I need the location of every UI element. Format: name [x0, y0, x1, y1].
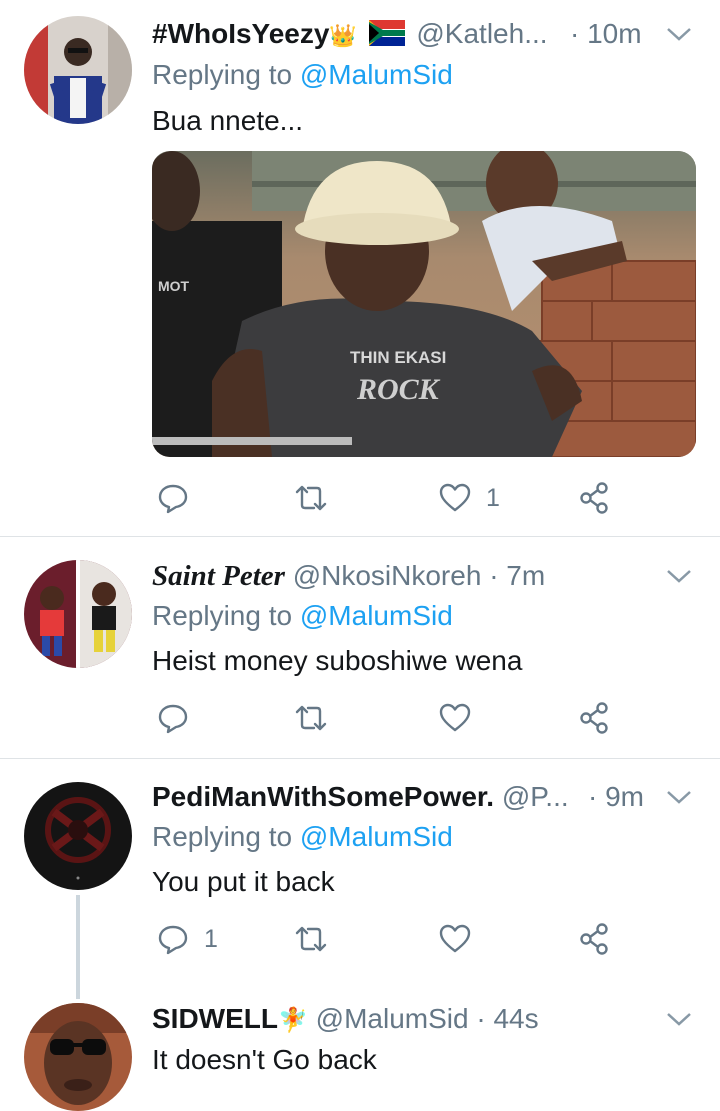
mention-link[interactable]: @MalumSid	[300, 821, 453, 852]
crown-emoji: 👑	[329, 23, 357, 48]
avatar-image-yeezy	[24, 16, 132, 124]
share-button[interactable]	[578, 698, 612, 738]
avatar[interactable]	[24, 782, 132, 890]
like-button[interactable]	[438, 698, 472, 738]
south-africa-flag-icon	[368, 20, 405, 46]
reply-button[interactable]: 1	[156, 919, 218, 959]
tweet-text: Bua nnete...	[152, 105, 304, 136]
reply-button[interactable]	[156, 478, 204, 518]
tweet-4[interactable]: SIDWELL🧚 @MalumSid · 44s It doesn't Go b…	[0, 999, 720, 1111]
replying-to: Replying to @MalumSid	[152, 598, 453, 634]
tweet-header: PediManWithSomePower. @P...	[152, 779, 580, 815]
tweet-1[interactable]: #WhoIsYeezy👑 @Katleh... · 10m Replying t…	[0, 0, 720, 536]
tweet-header: Saint Peter @NkosiNkoreh · 7m	[152, 558, 660, 594]
shirt-print-text: ROCK	[356, 373, 441, 406]
retweet-icon	[295, 705, 327, 731]
retweet-button[interactable]	[294, 698, 328, 738]
retweet-button[interactable]	[294, 478, 328, 518]
fairy-emoji: 🧚	[278, 1007, 308, 1034]
shirt-print-text: MOT	[158, 278, 190, 294]
tweet-actions	[152, 698, 692, 738]
replying-to: Replying to @MalumSid	[152, 819, 453, 855]
display-name[interactable]: #WhoIsYeezy	[152, 18, 329, 49]
chevron-down-icon[interactable]	[666, 24, 692, 44]
reply-count: 1	[204, 924, 218, 953]
like-icon	[439, 703, 471, 732]
timestamp[interactable]: · 7m	[489, 560, 545, 591]
replying-to-prefix: Replying to	[152, 600, 300, 631]
tweet-header: SIDWELL🧚 @MalumSid · 44s	[152, 1001, 660, 1037]
thread-connector-line	[76, 895, 80, 999]
share-button[interactable]	[578, 478, 612, 518]
mention-link[interactable]: @MalumSid	[300, 600, 453, 631]
retweet-icon	[295, 926, 327, 952]
user-handle[interactable]: @NkosiNkoreh	[293, 560, 482, 591]
avatar-image-pediman	[24, 782, 132, 890]
replying-to-prefix: Replying to	[152, 821, 300, 852]
user-handle[interactable]: @MalumSid	[316, 1003, 469, 1034]
timestamp[interactable]: · 9m	[588, 779, 644, 815]
avatar[interactable]	[24, 560, 132, 668]
chevron-down-icon[interactable]	[666, 1009, 692, 1029]
tweet-actions: 1	[152, 919, 692, 959]
avatar-image-saint-peter	[24, 560, 132, 668]
share-icon	[580, 923, 608, 955]
retweet-icon	[295, 485, 327, 511]
tweet-media-photo[interactable]: THIN EKASI ROCK MOT	[152, 151, 696, 457]
chevron-down-icon[interactable]	[666, 787, 692, 807]
like-icon	[439, 924, 471, 953]
reply-icon	[158, 484, 188, 514]
tweet-text: Heist money suboshiwe wena	[152, 645, 523, 676]
user-handle[interactable]: @Katleh...	[416, 18, 547, 49]
display-name[interactable]: PediManWithSomePower.	[152, 781, 494, 812]
replying-to: Replying to @MalumSid	[152, 57, 453, 93]
timestamp[interactable]: · 10m	[570, 16, 642, 52]
like-button[interactable]: 1	[438, 478, 500, 518]
tweet-3[interactable]: PediManWithSomePower. @P... · 9m Replyin…	[0, 759, 720, 999]
avatar[interactable]	[24, 1003, 132, 1111]
tweet-text: You put it back	[152, 866, 335, 897]
chevron-down-icon[interactable]	[666, 566, 692, 586]
like-icon	[439, 483, 471, 512]
share-button[interactable]	[578, 919, 612, 959]
timestamp[interactable]: · 44s	[476, 1003, 538, 1034]
like-button[interactable]	[438, 919, 472, 959]
display-name[interactable]: SIDWELL	[152, 1003, 278, 1034]
avatar[interactable]	[24, 16, 132, 124]
tweet-2[interactable]: Saint Peter @NkosiNkoreh · 7m Replying t…	[0, 537, 720, 757]
mention-link[interactable]: @MalumSid	[300, 59, 453, 90]
share-icon	[580, 702, 608, 734]
avatar-image-sidwell	[24, 1003, 132, 1111]
retweet-button[interactable]	[294, 919, 328, 959]
like-count: 1	[486, 483, 500, 512]
tweet-actions: 1	[152, 478, 692, 518]
reply-button[interactable]	[156, 698, 190, 738]
replying-to-prefix: Replying to	[152, 59, 300, 90]
user-handle[interactable]: @P...	[502, 781, 569, 812]
reply-icon	[158, 925, 188, 955]
shirt-print-text: THIN EKASI	[350, 348, 446, 367]
reply-icon	[158, 704, 188, 734]
display-name[interactable]: Saint Peter	[152, 560, 285, 592]
photo-image: THIN EKASI ROCK MOT	[152, 151, 696, 457]
tweet-text: It doesn't Go back	[152, 1044, 377, 1075]
share-icon	[580, 482, 608, 514]
